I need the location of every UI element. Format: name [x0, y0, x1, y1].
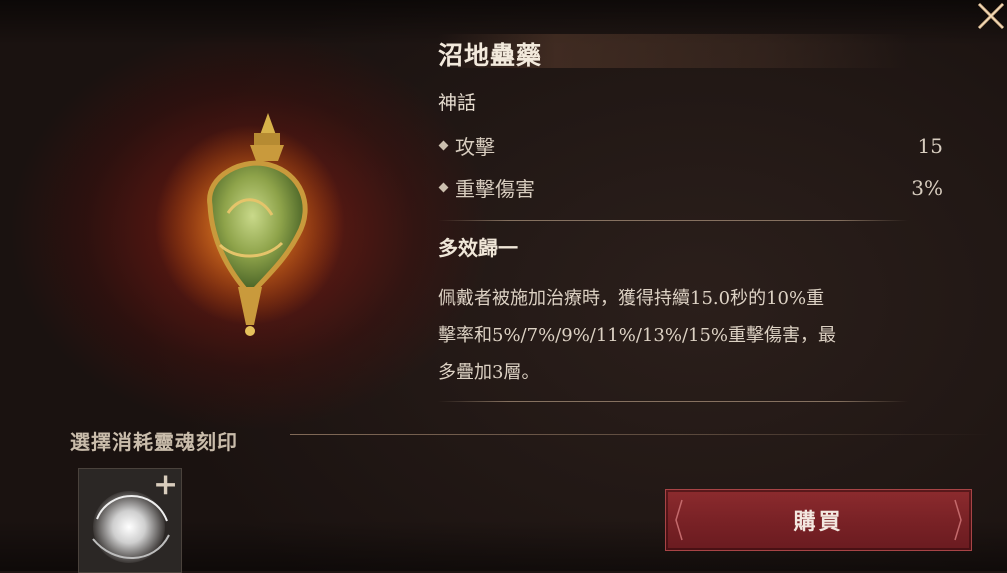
stat-label: 重擊傷害	[455, 177, 535, 201]
item-name: 沼地蠱藥	[438, 41, 543, 70]
add-icon[interactable]: +	[153, 470, 178, 500]
description-line: 擊率和5%/7%/9%/11%/13%/15%重擊傷害，最	[438, 325, 837, 346]
buy-button-label: 購買	[793, 509, 844, 535]
diamond-bullet-icon	[438, 140, 449, 151]
stat-label: 攻擊	[455, 135, 495, 159]
stat-value: 15	[917, 133, 943, 158]
stat-value: 3%	[911, 175, 943, 200]
stat-row-attack: 攻擊 15	[438, 131, 943, 160]
effect-title: 多效歸一	[438, 236, 518, 260]
title-row: 沼地蠱藥	[438, 30, 958, 76]
ornament-right-icon	[954, 499, 962, 541]
close-icon	[977, 2, 1005, 30]
potion-icon	[155, 113, 345, 336]
effect-description: 佩戴者被施加治療時，獲得持續15.0秒的10%重 擊率和5%/7%/9%/11%…	[438, 280, 948, 391]
description-line: 佩戴者被施加治療時，獲得持續15.0秒的10%重	[438, 288, 825, 309]
seal-divider	[290, 434, 990, 435]
close-button[interactable]	[971, 0, 1007, 36]
divider	[438, 220, 908, 221]
stat-row-critical-damage: 重擊傷害 3%	[438, 173, 943, 202]
diamond-bullet-icon	[438, 182, 449, 193]
ornament-left-icon	[675, 499, 683, 541]
divider	[438, 401, 908, 402]
seal-label: 選擇消耗靈魂刻印	[70, 430, 238, 454]
description-line: 多疊加3層。	[438, 362, 540, 383]
item-rarity: 神話	[438, 92, 477, 114]
buy-button[interactable]: 購買	[665, 489, 972, 551]
